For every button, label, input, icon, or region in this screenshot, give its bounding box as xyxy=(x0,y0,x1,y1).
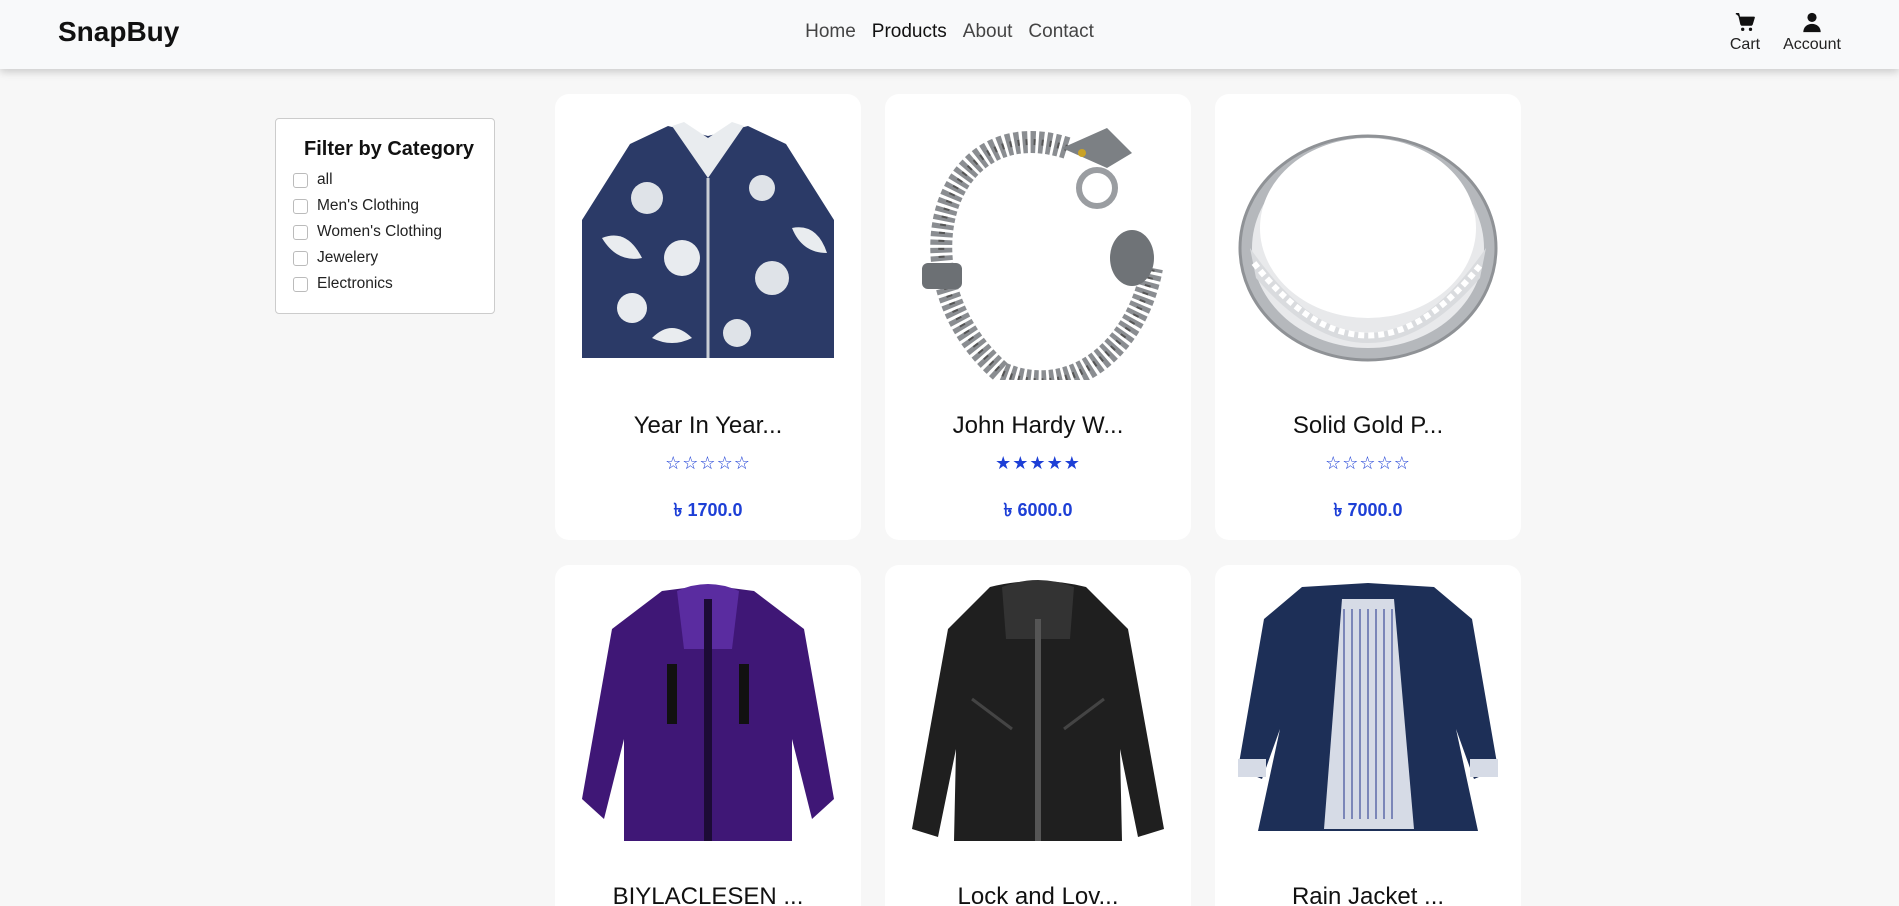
filter-option-all[interactable]: all xyxy=(293,169,333,191)
filter-option-mens-clothing[interactable]: Men's Clothing xyxy=(293,195,419,217)
filter-option-womens-clothing[interactable]: Women's Clothing xyxy=(293,221,442,243)
product-image-purple-jacket[interactable] xyxy=(572,579,844,851)
product-image-dragon-bracelet[interactable] xyxy=(902,108,1174,380)
product-title[interactable]: John Hardy W... xyxy=(885,412,1191,440)
nav-link-home[interactable]: Home xyxy=(805,21,856,43)
product-card[interactable]: Solid Gold P... ☆☆☆☆☆ ৳ 7000.0 xyxy=(1215,94,1521,540)
filter-option-electronics[interactable]: Electronics xyxy=(293,273,393,295)
user-icon xyxy=(1803,12,1821,33)
account-button[interactable]: Account xyxy=(1778,10,1846,54)
filter-title: Filter by Category xyxy=(304,138,475,160)
product-title[interactable]: BIYLACLESEN ... xyxy=(555,883,861,906)
cart-label: Cart xyxy=(1729,36,1761,53)
product-card[interactable]: Year In Year... ☆☆☆☆☆ ৳ 1700.0 xyxy=(555,94,861,540)
category-filter: Filter by Category all Men's Clothing Wo… xyxy=(275,118,495,314)
product-rating: ☆☆☆☆☆ xyxy=(665,453,751,473)
product-image-floral-shirt[interactable] xyxy=(572,108,844,380)
filter-option-label: all xyxy=(317,171,333,188)
product-image-silver-ring[interactable] xyxy=(1232,108,1504,380)
product-price: ৳ 7000.0 xyxy=(1333,500,1403,520)
filter-option-label: Women's Clothing xyxy=(317,223,443,240)
product-image-black-leather-jacket[interactable] xyxy=(902,579,1174,851)
checkbox[interactable] xyxy=(293,198,308,214)
account-label: Account xyxy=(1783,36,1841,53)
filter-option-label: Men's Clothing xyxy=(317,197,420,214)
product-price: ৳ 1700.0 xyxy=(673,500,743,520)
checkbox[interactable] xyxy=(293,172,308,188)
filter-option-label: Electronics xyxy=(317,275,393,292)
checkbox[interactable] xyxy=(293,224,308,240)
product-price: ৳ 6000.0 xyxy=(1003,500,1073,520)
nav-link-products[interactable]: Products xyxy=(872,21,947,43)
cart-icon xyxy=(1735,13,1755,31)
product-image-navy-rain-jacket[interactable] xyxy=(1232,579,1504,851)
nav-links: Home Products About Contact xyxy=(0,21,1899,43)
navbar: SnapBuy Home Products About Contact Cart… xyxy=(0,0,1899,69)
product-rating: ☆☆☆☆☆ xyxy=(1325,453,1411,473)
product-card[interactable]: John Hardy W... ★★★★★ ৳ 6000.0 xyxy=(885,94,1191,540)
cart-button[interactable]: Cart xyxy=(1725,10,1765,54)
filter-option-label: Jewelery xyxy=(317,249,379,266)
product-card[interactable]: Rain Jacket ... xyxy=(1215,565,1521,906)
product-title[interactable]: Lock and Lov... xyxy=(885,883,1191,906)
checkbox[interactable] xyxy=(293,250,308,266)
product-card[interactable]: Lock and Lov... xyxy=(885,565,1191,906)
product-title[interactable]: Solid Gold P... xyxy=(1215,412,1521,440)
product-title[interactable]: Year In Year... xyxy=(555,412,861,440)
product-card[interactable]: BIYLACLESEN ... xyxy=(555,565,861,906)
product-rating: ★★★★★ xyxy=(995,453,1081,473)
product-title[interactable]: Rain Jacket ... xyxy=(1215,883,1521,906)
nav-link-about[interactable]: About xyxy=(963,21,1013,43)
checkbox[interactable] xyxy=(293,276,308,292)
nav-link-contact[interactable]: Contact xyxy=(1028,21,1093,43)
filter-option-jewelery[interactable]: Jewelery xyxy=(293,247,378,269)
